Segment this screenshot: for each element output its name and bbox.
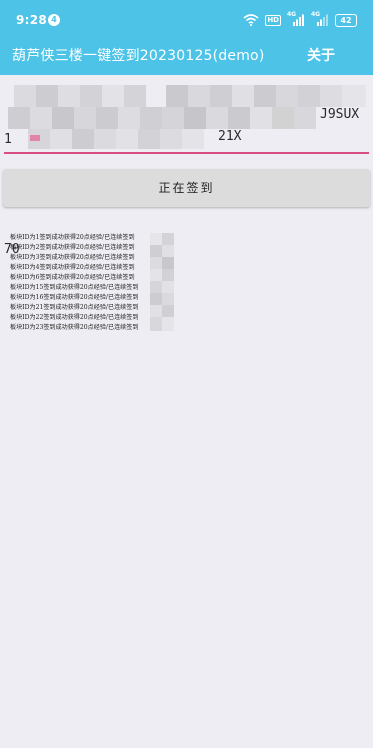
cellular-signal-icon: 4G [287, 11, 305, 27]
status-bar: 9:28 4 HD 4G 4G 42 [0, 0, 373, 42]
sign-in-button[interactable]: 正在签到 [3, 169, 370, 207]
notification-badge: 4 [48, 14, 60, 26]
input-underline [4, 152, 369, 154]
wifi-icon [243, 14, 259, 26]
status-icons: HD 4G 4G 42 [243, 11, 357, 28]
status-time: 9:28 [16, 13, 48, 27]
redacted-log-mosaic [150, 233, 174, 331]
hd-icon: HD [265, 14, 281, 26]
redacted-mosaic [8, 85, 366, 149]
about-button[interactable]: 关于 [307, 45, 335, 65]
cellular-signal-icon-2: 4G [311, 11, 329, 27]
app-bar: 葫芦侠三楼一键签到20230125(demo) 关于 [0, 42, 373, 75]
token-input[interactable]: 1 70 J9SUX 21X [0, 75, 373, 257]
app-title: 葫芦侠三楼一键签到20230125(demo) [12, 48, 265, 64]
battery-icon: 42 [335, 13, 357, 27]
